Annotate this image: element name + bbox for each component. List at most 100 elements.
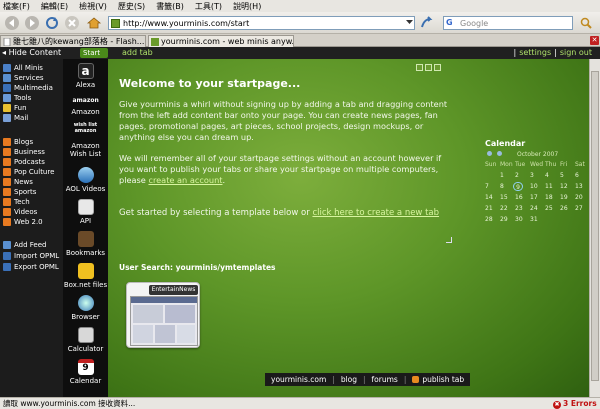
calendar-day[interactable]: 29: [500, 215, 515, 224]
sidebar-item-add-feed[interactable]: Add Feed: [3, 240, 46, 250]
url-dropdown-button[interactable]: [405, 17, 414, 27]
menu-edit[interactable]: 編輯(E): [41, 1, 68, 12]
sidebar-item-mail[interactable]: Mail: [3, 113, 28, 123]
publish-tab-link[interactable]: publish tab: [412, 373, 464, 386]
calendar-day-today[interactable]: 9: [513, 182, 523, 191]
hide-content-button[interactable]: ◂ Hide Content: [2, 48, 61, 57]
calendar-day[interactable]: [485, 171, 500, 180]
create-account-link[interactable]: create an account: [148, 175, 222, 185]
vertical-scrollbar[interactable]: [589, 59, 600, 397]
sidebar-item-news[interactable]: News: [3, 177, 33, 187]
sidebar-item-import-opml[interactable]: Import OPML: [3, 251, 59, 261]
home-button[interactable]: [86, 15, 102, 31]
search-button[interactable]: [580, 17, 592, 29]
menu-bookmarks[interactable]: 書籤(B): [156, 1, 184, 12]
sidebar-item-sports[interactable]: Sports: [3, 187, 36, 197]
calendar-day[interactable]: 7: [485, 182, 500, 191]
calendar-day[interactable]: 13: [575, 182, 590, 191]
calendar-day[interactable]: 26: [560, 204, 575, 213]
tab-yourminis[interactable]: yourminis.com - web minis anyw...: [148, 35, 294, 47]
maximize-icon[interactable]: [425, 64, 432, 71]
sign-out-link[interactable]: sign out: [560, 48, 592, 57]
settings-link[interactable]: settings: [519, 48, 551, 57]
calendar-day[interactable]: 20: [575, 193, 590, 202]
sidebar-item-tools[interactable]: Tools: [3, 93, 31, 103]
sidebar-item-pop-culture[interactable]: Pop Culture: [3, 167, 54, 177]
menu-tools[interactable]: 工具(T): [195, 1, 222, 12]
widget-calendar[interactable]: 9 Calendar: [63, 359, 108, 385]
calendar-day[interactable]: 11: [545, 182, 560, 191]
calendar-day[interactable]: 15: [500, 193, 515, 202]
sidebar-item-blogs[interactable]: Blogs: [3, 137, 33, 147]
tab-kewang-blog[interactable]: 雖七雖八的kewang部落格 - Flash...: [0, 35, 146, 47]
calendar-day[interactable]: 14: [485, 193, 500, 202]
calendar-day[interactable]: 22: [500, 204, 515, 213]
calendar-day[interactable]: 21: [485, 204, 500, 213]
widget-box-net-files[interactable]: Box.net files: [63, 263, 108, 289]
sidebar-item-export-opml[interactable]: Export OPML: [3, 262, 59, 272]
calendar-day[interactable]: 6: [575, 171, 590, 180]
footer-blog-link[interactable]: blog: [341, 373, 357, 386]
calendar-day[interactable]: 3: [530, 171, 545, 180]
widget-amazon-wish-list[interactable]: wish list amazon Amazon Wish List: [63, 122, 108, 158]
start-tab-badge[interactable]: Start: [80, 48, 108, 58]
prev-month-icon[interactable]: [487, 151, 492, 156]
sidebar-item-business[interactable]: Business: [3, 147, 45, 157]
calendar-day[interactable]: 27: [575, 204, 590, 213]
scrollbar-thumb[interactable]: [591, 71, 599, 381]
forward-button[interactable]: [24, 15, 40, 31]
sidebar-item-multimedia[interactable]: Multimedia: [3, 83, 53, 93]
calendar-day[interactable]: 10: [530, 182, 545, 191]
menu-help[interactable]: 說明(H): [233, 1, 261, 12]
sidebar-item-videos[interactable]: Videos: [3, 207, 37, 217]
calendar-day[interactable]: 12: [560, 182, 575, 191]
menu-history[interactable]: 歷史(S): [118, 1, 145, 12]
sidebar-item-services[interactable]: Services: [3, 73, 44, 83]
sidebar-item-web-2[interactable]: Web 2.0: [3, 217, 43, 227]
widget-api[interactable]: API: [63, 199, 108, 225]
close-icon[interactable]: [434, 64, 441, 71]
widget-browser[interactable]: Browser: [63, 295, 108, 321]
footer-site-link[interactable]: yourminis.com: [271, 373, 326, 386]
calendar-day[interactable]: 2: [515, 171, 530, 180]
minimize-icon[interactable]: [416, 64, 423, 71]
calendar-day[interactable]: 19: [560, 193, 575, 202]
widget-aol-videos[interactable]: AOL Videos: [63, 167, 108, 193]
calendar-day[interactable]: 28: [485, 215, 500, 224]
widget-calculator[interactable]: Calculator: [63, 327, 108, 353]
calendar-day[interactable]: 1: [500, 171, 515, 180]
calendar-day[interactable]: 25: [545, 204, 560, 213]
add-tab-link[interactable]: add tab: [122, 48, 153, 57]
menu-view[interactable]: 檢視(V): [79, 1, 107, 12]
url-bar[interactable]: http://www.yourminis.com/start: [108, 16, 415, 30]
widget-alexa[interactable]: a Alexa: [63, 63, 108, 89]
calendar-day[interactable]: 31: [530, 215, 545, 224]
go-button[interactable]: [419, 16, 433, 30]
close-tab-button[interactable]: ✕: [590, 36, 599, 45]
calendar-day[interactable]: 24: [530, 204, 545, 213]
menu-file[interactable]: 檔案(F): [3, 1, 30, 12]
stop-button[interactable]: [64, 15, 80, 31]
sidebar-item-tech[interactable]: Tech: [3, 197, 30, 207]
calendar-day[interactable]: 5: [560, 171, 575, 180]
calendar-day[interactable]: 18: [545, 193, 560, 202]
footer-forums-link[interactable]: forums: [372, 373, 398, 386]
widget-bookmarks[interactable]: Bookmarks: [63, 231, 108, 257]
sidebar-item-fun[interactable]: Fun: [3, 103, 27, 113]
widget-amazon[interactable]: amazon Amazon: [63, 96, 108, 116]
calendar-day[interactable]: 30: [515, 215, 530, 224]
calendar-day[interactable]: 16: [515, 193, 530, 202]
sidebar-item-all-minis[interactable]: All Minis: [3, 63, 43, 73]
template-card-entertainnews[interactable]: EntertainNews: [126, 282, 200, 348]
calendar-day[interactable]: 4: [545, 171, 560, 180]
search-input[interactable]: G Google: [443, 16, 573, 30]
next-month-icon[interactable]: [497, 151, 502, 156]
calendar-day[interactable]: 23: [515, 204, 530, 213]
resize-handle[interactable]: [446, 237, 452, 243]
sidebar-item-podcasts[interactable]: Podcasts: [3, 157, 45, 167]
create-new-tab-link[interactable]: click here to create a new tab: [312, 208, 439, 218]
back-button[interactable]: [4, 15, 20, 31]
calendar-day[interactable]: 17: [530, 193, 545, 202]
error-count[interactable]: ✖ 3 Errors: [553, 398, 597, 409]
reload-button[interactable]: [44, 15, 60, 31]
